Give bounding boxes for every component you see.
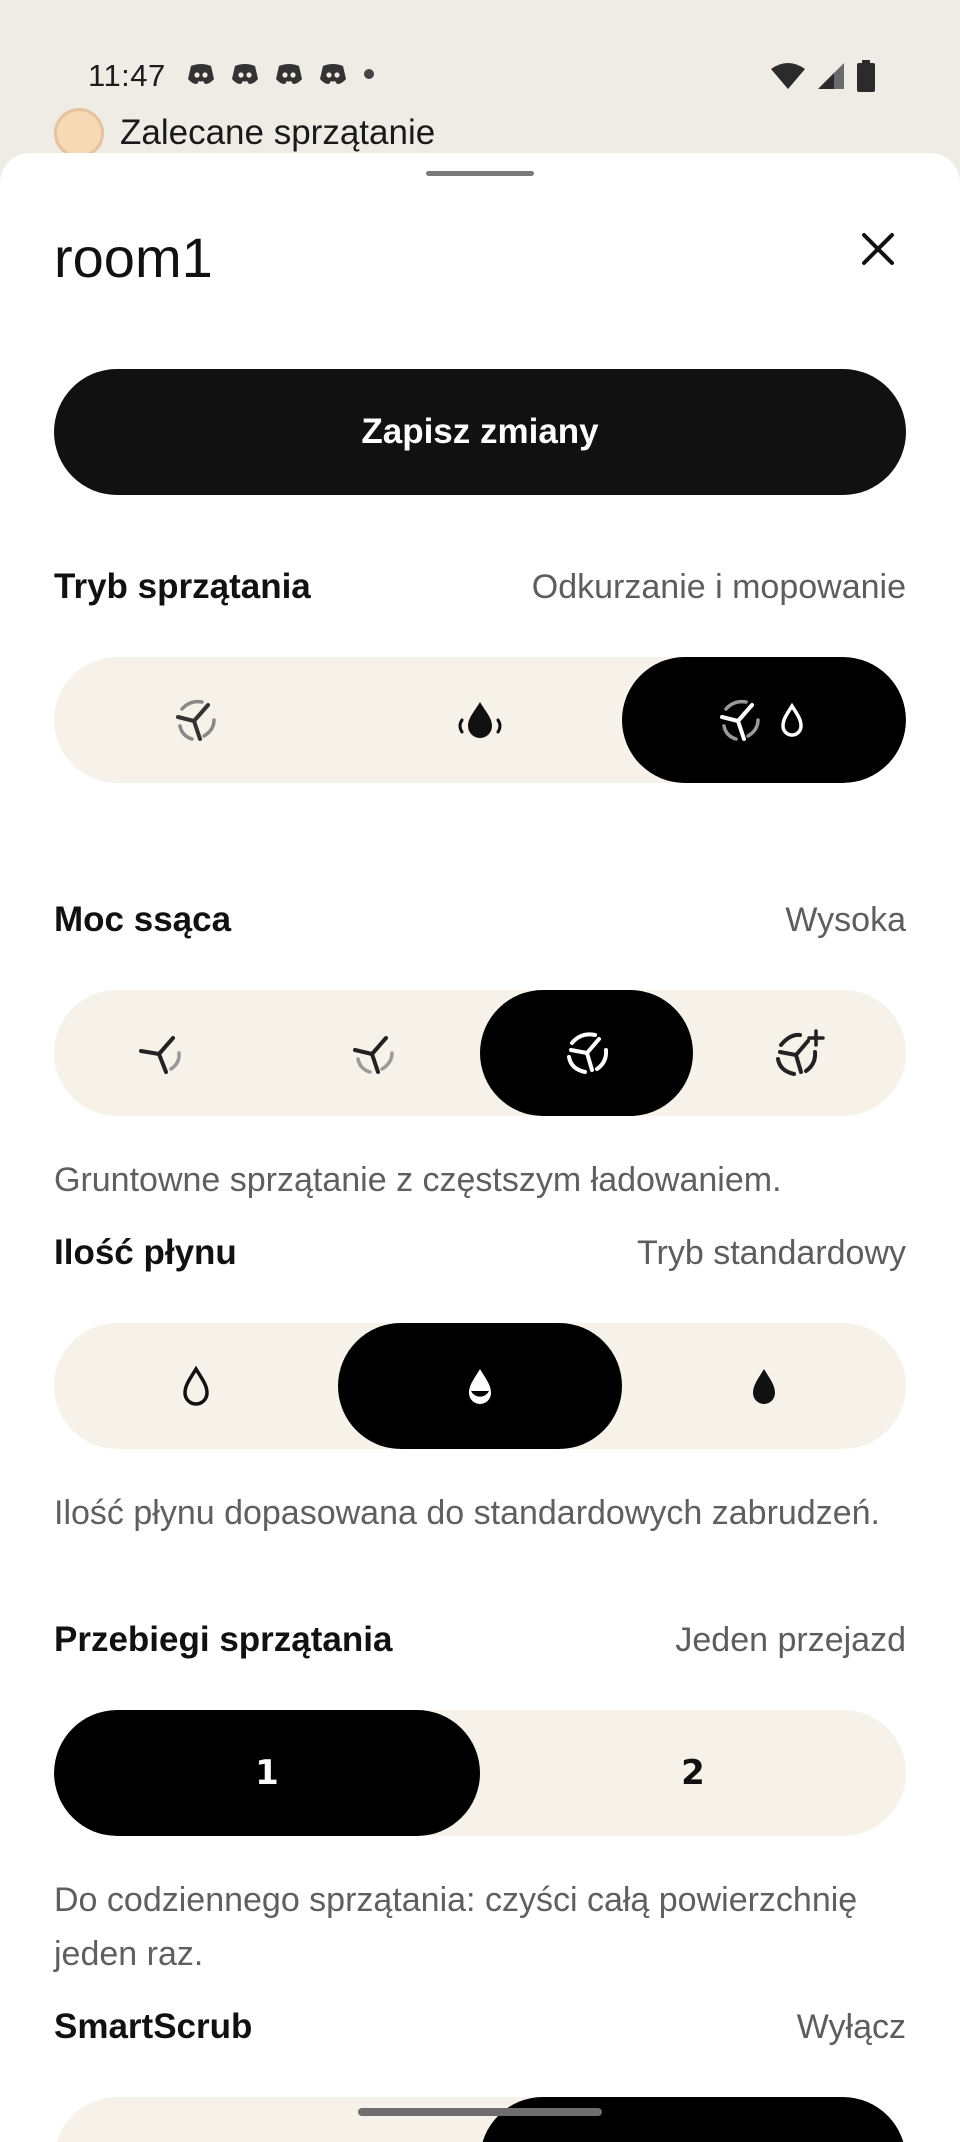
smartscrub-value: Wyłącz (796, 2007, 906, 2046)
passes-label: Przebiegi sprzątania (54, 1620, 393, 1659)
system-icons (770, 60, 876, 97)
passes-two-label: 2 (681, 1753, 705, 1793)
wifi-icon (770, 61, 806, 96)
dot-icon (362, 67, 376, 81)
suction-medium[interactable] (267, 990, 480, 1116)
water-high[interactable] (622, 1323, 906, 1449)
water-selector (54, 1323, 906, 1449)
discord-icon (186, 62, 216, 86)
close-button[interactable] (852, 225, 904, 277)
discord-icon (274, 62, 304, 86)
passes-value: Jeden przejazd (675, 1620, 906, 1659)
passes-description: Do codziennego sprzątania: czyści całą p… (54, 1881, 858, 1973)
cleaning-mode-label: Tryb sprzątania (54, 567, 311, 606)
recommended-cleaning-row: Zalecane sprzątanie (54, 108, 435, 158)
passes-one[interactable]: 1 (54, 1710, 480, 1836)
suction-max[interactable] (693, 990, 906, 1116)
vacuum-mop-icon (714, 696, 814, 744)
discord-icon (230, 62, 260, 86)
recommended-cleaning-avatar (54, 108, 104, 158)
smartscrub-selector (54, 2097, 906, 2142)
drop-high-icon (744, 1364, 784, 1408)
cleaning-mode-vacuum[interactable] (54, 657, 338, 783)
mop-icon (452, 696, 508, 744)
smartscrub-option-1[interactable] (54, 2097, 480, 2142)
smartscrub-header: SmartScrub Wyłącz (54, 2007, 906, 2047)
cleaning-mode-header: Tryb sprzątania Odkurzanie i mopowanie (54, 567, 906, 607)
suction-value: Wysoka (785, 900, 906, 939)
suction-description: Gruntowne sprzątanie z częstszym ładowan… (54, 1161, 782, 1199)
fan-low-icon (133, 1029, 189, 1077)
cleaning-mode-vacuum-mop[interactable] (622, 657, 906, 783)
signal-icon (816, 61, 846, 96)
passes-two[interactable]: 2 (480, 1710, 906, 1836)
smartscrub-option-2[interactable] (480, 2097, 906, 2142)
drop-low-icon (176, 1364, 216, 1408)
cleaning-mode-selector (54, 657, 906, 783)
fan-high-icon (559, 1029, 615, 1077)
water-header: Ilość płynu Tryb standardowy (54, 1233, 906, 1273)
cleaning-mode-mop[interactable] (338, 657, 622, 783)
suction-high[interactable] (480, 990, 693, 1116)
passes-selector: 1 2 (54, 1710, 906, 1836)
vacuum-icon (168, 696, 224, 744)
battery-icon (856, 60, 876, 97)
passes-one-label: 1 (255, 1753, 279, 1793)
passes-header: Przebiegi sprzątania Jeden przejazd (54, 1620, 906, 1660)
suction-low[interactable] (54, 990, 267, 1116)
water-label: Ilość płynu (54, 1233, 237, 1272)
room-settings-sheet: room1 Zapisz zmiany Tryb sprzątania Odku… (0, 153, 960, 2142)
smartscrub-label: SmartScrub (54, 2007, 253, 2046)
water-low[interactable] (54, 1323, 338, 1449)
status-time: 11:47 (88, 58, 166, 93)
water-value: Tryb standardowy (637, 1233, 906, 1272)
cleaning-mode-value: Odkurzanie i mopowanie (531, 567, 906, 606)
suction-header: Moc ssąca Wysoka (54, 900, 906, 940)
fan-medium-icon (346, 1029, 402, 1077)
drop-medium-icon (460, 1364, 500, 1408)
suction-selector (54, 990, 906, 1116)
water-description: Ilość płynu dopasowana do standardowych … (54, 1494, 880, 1532)
notification-icons (186, 62, 376, 86)
home-indicator[interactable] (358, 2108, 602, 2116)
status-bar: 11:47 Zalecane sprzątanie (0, 0, 960, 158)
water-medium[interactable] (338, 1323, 622, 1449)
drag-handle[interactable] (426, 171, 534, 176)
save-changes-button[interactable]: Zapisz zmiany (54, 369, 906, 495)
fan-max-icon (770, 1027, 830, 1079)
sheet-title: room1 (54, 226, 213, 289)
discord-icon (318, 62, 348, 86)
recommended-cleaning-label: Zalecane sprzątanie (120, 113, 436, 152)
close-icon (860, 231, 896, 272)
suction-label: Moc ssąca (54, 900, 232, 939)
